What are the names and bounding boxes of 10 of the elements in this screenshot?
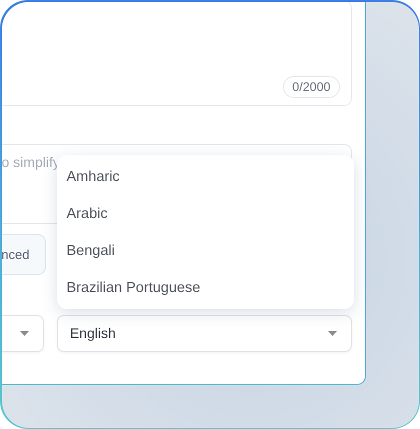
caret-icon <box>328 330 336 336</box>
language-option[interactable]: Arabic <box>56 196 354 232</box>
target-language-select[interactable]: English <box>56 314 352 352</box>
language-option[interactable]: Brazilian Portuguese <box>56 270 354 306</box>
caret-icon <box>20 330 29 336</box>
language-option[interactable]: Bengali <box>56 232 354 270</box>
mode-button[interactable]: nced <box>2 234 46 274</box>
language-option[interactable]: Amharic <box>56 158 354 196</box>
character-counter: 0/2000 <box>283 76 340 98</box>
text-input[interactable]: 0/2000 <box>2 2 352 106</box>
